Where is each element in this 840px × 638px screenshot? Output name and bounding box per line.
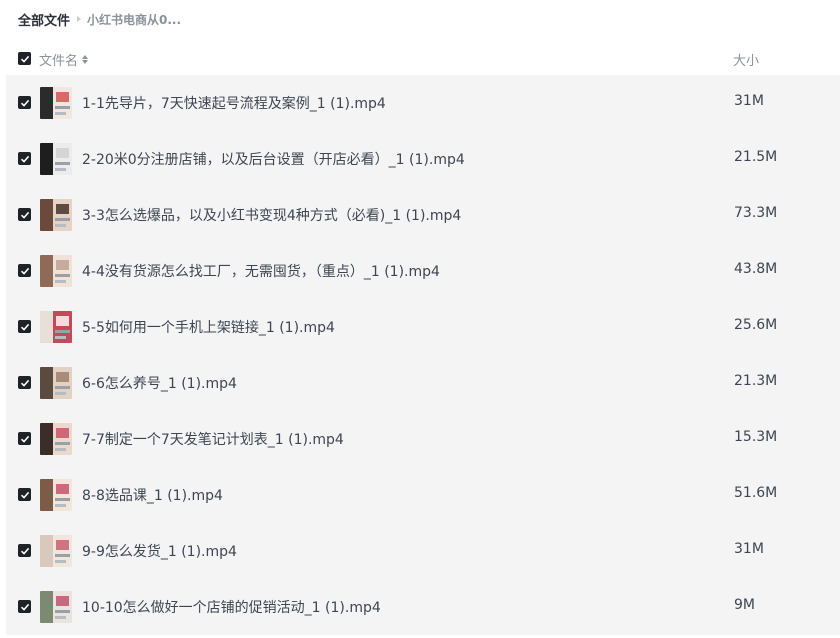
file-checkbox[interactable]	[18, 96, 31, 109]
check-icon	[20, 323, 29, 331]
file-size: 31M	[734, 541, 764, 557]
file-size: 31M	[734, 93, 764, 109]
file-name[interactable]: 3-3怎么选爆品，以及小红书变现4种方式（必看)_1 (1).mp4	[82, 205, 461, 225]
select-all-checkbox[interactable]	[18, 52, 31, 65]
video-thumbnail-icon[interactable]	[40, 479, 72, 511]
file-size: 21.3M	[734, 373, 778, 389]
file-size: 25.6M	[734, 317, 778, 333]
check-icon	[20, 99, 29, 107]
check-icon	[20, 547, 29, 555]
check-icon	[20, 55, 29, 63]
file-size: 21.5M	[734, 149, 778, 165]
video-thumbnail-icon[interactable]	[40, 255, 72, 287]
check-icon	[20, 211, 29, 219]
column-header-size[interactable]: 大小	[733, 50, 759, 69]
file-size: 43.8M	[734, 261, 778, 277]
file-size: 9M	[734, 597, 755, 613]
file-row[interactable]: 9-9怎么发货_1 (1).mp4 31M	[6, 523, 840, 579]
check-icon	[20, 267, 29, 275]
check-icon	[20, 435, 29, 443]
file-checkbox[interactable]	[18, 488, 31, 501]
file-name[interactable]: 7-7制定一个7天发笔记计划表_1 (1).mp4	[82, 429, 344, 449]
file-checkbox[interactable]	[18, 544, 31, 557]
file-checkbox[interactable]	[18, 152, 31, 165]
file-row[interactable]: 10-10怎么做好一个店铺的促销活动_1 (1).mp4 9M	[6, 579, 840, 635]
video-thumbnail-icon[interactable]	[40, 87, 72, 119]
video-thumbnail-icon[interactable]	[40, 423, 72, 455]
file-checkbox[interactable]	[18, 600, 31, 613]
file-checkbox[interactable]	[18, 208, 31, 221]
video-thumbnail-icon[interactable]	[40, 143, 72, 175]
file-checkbox[interactable]	[18, 432, 31, 445]
file-name[interactable]: 10-10怎么做好一个店铺的促销活动_1 (1).mp4	[82, 597, 381, 617]
check-icon	[20, 491, 29, 499]
file-name[interactable]: 2-20米0分注册店铺，以及后台设置（开店必看）_1 (1).mp4	[82, 149, 465, 169]
list-header: 文件名 大小	[0, 45, 840, 73]
file-list: 1-1先导片，7天快速起号流程及案例_1 (1).mp4 31M 2-20米0分注册…	[6, 75, 840, 635]
file-name[interactable]: 1-1先导片，7天快速起号流程及案例_1 (1).mp4	[82, 93, 386, 113]
check-icon	[20, 155, 29, 163]
file-row[interactable]: 4-4没有货源怎么找工厂，无需囤货，（重点）_1 (1).mp4 43.8M	[6, 243, 840, 299]
file-size: 51.6M	[734, 485, 778, 501]
video-thumbnail-icon[interactable]	[40, 535, 72, 567]
file-row[interactable]: 5-5如何用一个手机上架链接_1 (1).mp4 25.6M	[6, 299, 840, 355]
file-size: 73.3M	[734, 205, 778, 221]
file-row[interactable]: 1-1先导片，7天快速起号流程及案例_1 (1).mp4 31M	[6, 75, 840, 131]
video-thumbnail-icon[interactable]	[40, 591, 72, 623]
file-checkbox[interactable]	[18, 376, 31, 389]
column-header-name-label: 文件名	[39, 54, 79, 69]
sort-icon[interactable]	[82, 55, 89, 64]
file-name[interactable]: 5-5如何用一个手机上架链接_1 (1).mp4	[82, 317, 335, 337]
file-row[interactable]: 2-20米0分注册店铺，以及后台设置（开店必看）_1 (1).mp4 21.5M	[6, 131, 840, 187]
video-thumbnail-icon[interactable]	[40, 367, 72, 399]
breadcrumb-current: 小红书电商从0...	[87, 12, 182, 27]
video-thumbnail-icon[interactable]	[40, 311, 72, 343]
breadcrumb: 全部文件 小红书电商从0...	[18, 10, 182, 29]
video-thumbnail-icon[interactable]	[40, 199, 72, 231]
check-icon	[20, 603, 29, 611]
file-row[interactable]: 7-7制定一个7天发笔记计划表_1 (1).mp4 15.3M	[6, 411, 840, 467]
file-checkbox[interactable]	[18, 320, 31, 333]
file-name[interactable]: 6-6怎么养号_1 (1).mp4	[82, 373, 237, 393]
file-row[interactable]: 6-6怎么养号_1 (1).mp4 21.3M	[6, 355, 840, 411]
column-header-name[interactable]: 文件名	[39, 50, 89, 69]
breadcrumb-root-link[interactable]: 全部文件	[18, 10, 70, 29]
file-row[interactable]: 3-3怎么选爆品，以及小红书变现4种方式（必看)_1 (1).mp4 73.3M	[6, 187, 840, 243]
file-name[interactable]: 4-4没有货源怎么找工厂，无需囤货，（重点）_1 (1).mp4	[82, 261, 440, 281]
file-checkbox[interactable]	[18, 264, 31, 277]
file-row[interactable]: 8-8选品课_1 (1).mp4 51.6M	[6, 467, 840, 523]
file-size: 15.3M	[734, 429, 778, 445]
check-icon	[20, 379, 29, 387]
file-name[interactable]: 8-8选品课_1 (1).mp4	[82, 485, 223, 505]
chevron-right-icon	[77, 16, 82, 22]
file-name[interactable]: 9-9怎么发货_1 (1).mp4	[82, 541, 237, 561]
